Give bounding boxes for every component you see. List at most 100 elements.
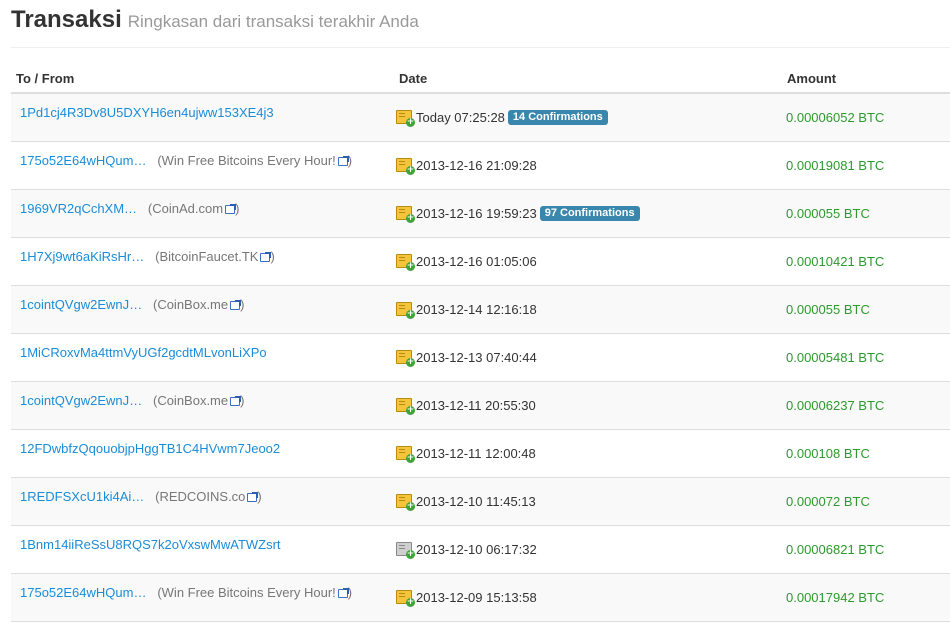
table-row: 1Pd1cj4R3Dv8U5DXYH6en4ujww153XE4j3 + Today…: [11, 93, 950, 142]
transactions-table: To / From Date Amount 1Pd1cj4R3Dv8U5DXYH…: [11, 64, 950, 622]
transaction-date: 2013-12-10 06:17:32: [416, 542, 537, 558]
received-coin-icon: +: [396, 541, 415, 559]
transaction-date: 2013-12-11 20:55:30: [416, 398, 536, 414]
date-cell: +2013-12-09 15:13:58: [394, 573, 782, 622]
received-coin-icon: +: [396, 445, 415, 463]
amount-cell: 0.000108 BTC: [782, 429, 950, 478]
transaction-date: 2013-12-10 11:45:13: [416, 494, 536, 510]
table-row: 1cointQVgw2EwnJ… (CoinBox.me) +2013-12-14…: [11, 285, 950, 334]
received-coin-icon: +: [396, 301, 415, 319]
transaction-amount: 0.00006052 BTC: [786, 109, 885, 125]
table-row: 1cointQVgw2EwnJ… (CoinBox.me) +2013-12-11…: [11, 381, 950, 430]
transaction-amount: 0.00006237 BTC: [786, 397, 885, 413]
transaction-date: 2013-12-11 12:00:48: [416, 446, 536, 462]
amount-cell: 0.00017942 BTC: [782, 573, 950, 622]
confirmations-badge: 14 Confirmations: [507, 110, 608, 126]
external-link-icon[interactable]: [230, 299, 242, 310]
date-cell: +2013-12-11 20:55:30: [394, 381, 782, 430]
header-divider: [11, 47, 950, 48]
table-row: 1969VR2qCchXM… (CoinAd.com) +2013-12-16 1…: [11, 189, 950, 238]
to-from-cell: 1Pd1cj4R3Dv8U5DXYH6en4ujww153XE4j3: [11, 93, 394, 142]
transaction-date: 2013-12-13 07:40:44: [416, 350, 537, 366]
amount-cell: 0.00006821 BTC: [782, 525, 950, 574]
faucet-site-link[interactable]: (Win Free Bitcoins Every Hour!): [157, 153, 352, 168]
external-link-icon[interactable]: [260, 251, 272, 262]
faucet-site-name[interactable]: Win Free Bitcoins Every Hour!: [162, 153, 336, 168]
column-header-amount: Amount: [782, 64, 950, 94]
received-coin-icon: +: [396, 253, 415, 271]
transaction-date: Today 07:25:28: [416, 110, 505, 126]
page-header: Transaksi Ringkasan dari transaksi terak…: [11, 6, 419, 42]
transactions-body: 1Pd1cj4R3Dv8U5DXYH6en4ujww153XE4j3 + Today…: [11, 93, 950, 622]
address-link[interactable]: 12FDwbfzQqouobjpHggTB1C4HVwm7Jeoo2: [20, 441, 280, 456]
address-link[interactable]: 1Pd1cj4R3Dv8U5DXYH6en4ujww153XE4j3: [20, 105, 274, 120]
to-from-cell: 175o52E64wHQum… (Win Free Bitcoins Every…: [11, 141, 394, 190]
table-row: 175o52E64wHQum… (Win Free Bitcoins Every…: [11, 141, 950, 190]
address-link[interactable]: 175o52E64wHQum…: [20, 585, 146, 600]
page-subtitle: Ringkasan dari transaksi terakhir Anda: [127, 12, 419, 31]
address-link[interactable]: 1MiCRoxvMa4ttmVyUGf2gcdtMLvonLiXPo: [20, 345, 267, 360]
to-from-cell: 12FDwbfzQqouobjpHggTB1C4HVwm7Jeoo2: [11, 429, 394, 478]
address-link[interactable]: 175o52E64wHQum…: [20, 153, 146, 168]
received-coin-icon: +: [396, 493, 415, 511]
date-cell: +2013-12-16 19:59:23 97 Confirmations: [394, 189, 782, 238]
faucet-site-link[interactable]: (BitcoinFaucet.TK): [155, 249, 275, 264]
address-link[interactable]: 1Bnm14iiReSsU8RQS7k2oVxswMwATWZsrt: [20, 537, 281, 552]
to-from-cell: 175o52E64wHQum… (Win Free Bitcoins Every…: [11, 573, 394, 622]
amount-cell: 0.00006052 BTC: [782, 93, 950, 142]
to-from-cell: 1969VR2qCchXM… (CoinAd.com): [11, 189, 394, 238]
address-link[interactable]: 1cointQVgw2EwnJ…: [20, 297, 142, 312]
to-from-cell: 1REDFSXcU1ki4Ai… (REDCOINS.co): [11, 477, 394, 526]
amount-cell: 0.00010421 BTC: [782, 237, 950, 286]
transaction-amount: 0.00017942 BTC: [786, 589, 885, 605]
amount-cell: 0.000055 BTC: [782, 285, 950, 334]
transaction-date: 2013-12-16 01:05:06: [416, 254, 537, 270]
faucet-site-link[interactable]: (CoinBox.me): [153, 393, 245, 408]
faucet-site-name[interactable]: BitcoinFaucet.TK: [159, 249, 258, 264]
faucet-site-name[interactable]: CoinAd.com: [152, 201, 223, 216]
date-cell: +2013-12-16 21:09:28: [394, 141, 782, 190]
received-coin-icon: +: [396, 397, 415, 415]
amount-cell: 0.00006237 BTC: [782, 381, 950, 430]
table-row: 1H7Xj9wt6aKiRsHr… (BitcoinFaucet.TK) +201…: [11, 237, 950, 286]
table-header-row: To / From Date Amount: [11, 64, 950, 94]
faucet-site-name[interactable]: CoinBox.me: [157, 297, 228, 312]
address-link[interactable]: 1REDFSXcU1ki4Ai…: [20, 489, 144, 504]
transaction-amount: 0.00005481 BTC: [786, 349, 885, 365]
faucet-site-name[interactable]: CoinBox.me: [157, 393, 228, 408]
transaction-amount: 0.00010421 BTC: [786, 253, 885, 269]
received-coin-icon: +: [396, 109, 415, 127]
transaction-amount: 0.000055 BTC: [786, 205, 870, 221]
faucet-site-link[interactable]: (CoinAd.com): [148, 201, 240, 216]
external-link-icon[interactable]: [225, 203, 237, 214]
amount-cell: 0.00005481 BTC: [782, 333, 950, 382]
transaction-date: 2013-12-16 19:59:23: [416, 206, 537, 222]
transaction-amount: 0.000072 BTC: [786, 493, 870, 509]
transaction-date: 2013-12-09 15:13:58: [416, 590, 537, 606]
amount-cell: 0.000055 BTC: [782, 189, 950, 238]
external-link-icon[interactable]: [230, 395, 242, 406]
to-from-cell: 1cointQVgw2EwnJ… (CoinBox.me): [11, 381, 394, 430]
faucet-site-name[interactable]: Win Free Bitcoins Every Hour!: [162, 585, 336, 600]
faucet-site-link[interactable]: (Win Free Bitcoins Every Hour!): [157, 585, 352, 600]
date-cell: +2013-12-14 12:16:18: [394, 285, 782, 334]
external-link-icon[interactable]: [337, 587, 349, 598]
faucet-site-link[interactable]: (CoinBox.me): [153, 297, 245, 312]
external-link-icon[interactable]: [337, 155, 349, 166]
table-row: 1Bnm14iiReSsU8RQS7k2oVxswMwATWZsrt +2013-…: [11, 525, 950, 574]
faucet-site-link[interactable]: (REDCOINS.co): [155, 489, 262, 504]
date-cell: + Today 07:25:28 14 Confirmations: [394, 93, 782, 142]
column-header-date: Date: [394, 64, 782, 94]
transaction-date: 2013-12-16 21:09:28: [416, 158, 537, 174]
address-link[interactable]: 1H7Xj9wt6aKiRsHr…: [20, 249, 144, 264]
address-link[interactable]: 1cointQVgw2EwnJ…: [20, 393, 142, 408]
date-cell: +2013-12-13 07:40:44: [394, 333, 782, 382]
amount-cell: 0.000072 BTC: [782, 477, 950, 526]
address-link[interactable]: 1969VR2qCchXM…: [20, 201, 137, 216]
received-coin-icon: +: [396, 157, 415, 175]
external-link-icon[interactable]: [247, 491, 259, 502]
page-title: Transaksi: [11, 6, 122, 33]
transaction-date: 2013-12-14 12:16:18: [416, 302, 537, 318]
faucet-site-name[interactable]: REDCOINS.co: [159, 489, 245, 504]
column-header-to-from: To / From: [11, 64, 394, 94]
